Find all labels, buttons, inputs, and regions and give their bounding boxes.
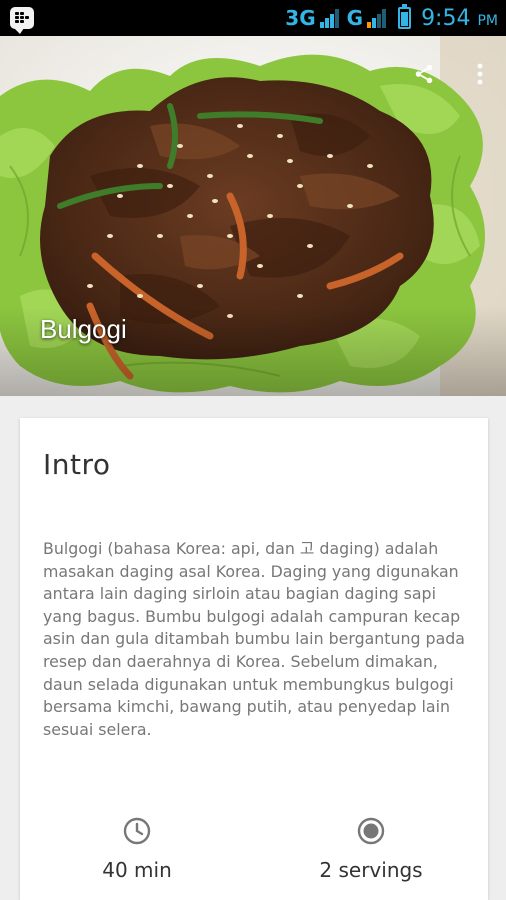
share-icon [415,64,433,84]
network-type-label: 3G [285,6,316,30]
recipe-hero-image: Bulgogi [0,36,506,396]
intro-card: Intro Bulgogi (bahasa Korea: api, dan 고 … [20,418,488,900]
status-clock: 9:54 PM [421,5,498,31]
cook-time: 40 min [20,816,254,882]
intro-description: Bulgogi (bahasa Korea: api, dan 고 daging… [43,539,465,739]
battery-icon [398,4,412,29]
recipe-meta: 40 min 2 servings [20,816,488,882]
servings-icon [357,817,385,845]
signal-strength-icon [319,8,339,28]
network-type-label-2: G [346,6,364,30]
more-options-button[interactable] [466,60,494,88]
intro-heading: Intro [43,448,111,481]
servings: 2 servings [254,816,488,882]
signal-strength-icon-2 [367,8,387,28]
share-button[interactable] [410,60,438,88]
clock-icon [123,817,151,845]
more-vert-icon [477,63,483,85]
servings-label: 2 servings [319,858,423,882]
status-bar: 3G G 9:54 PM [0,0,506,36]
cook-time-label: 40 min [102,858,172,882]
recipe-title: Bulgogi [40,314,127,344]
bbm-notification-icon [10,7,34,34]
